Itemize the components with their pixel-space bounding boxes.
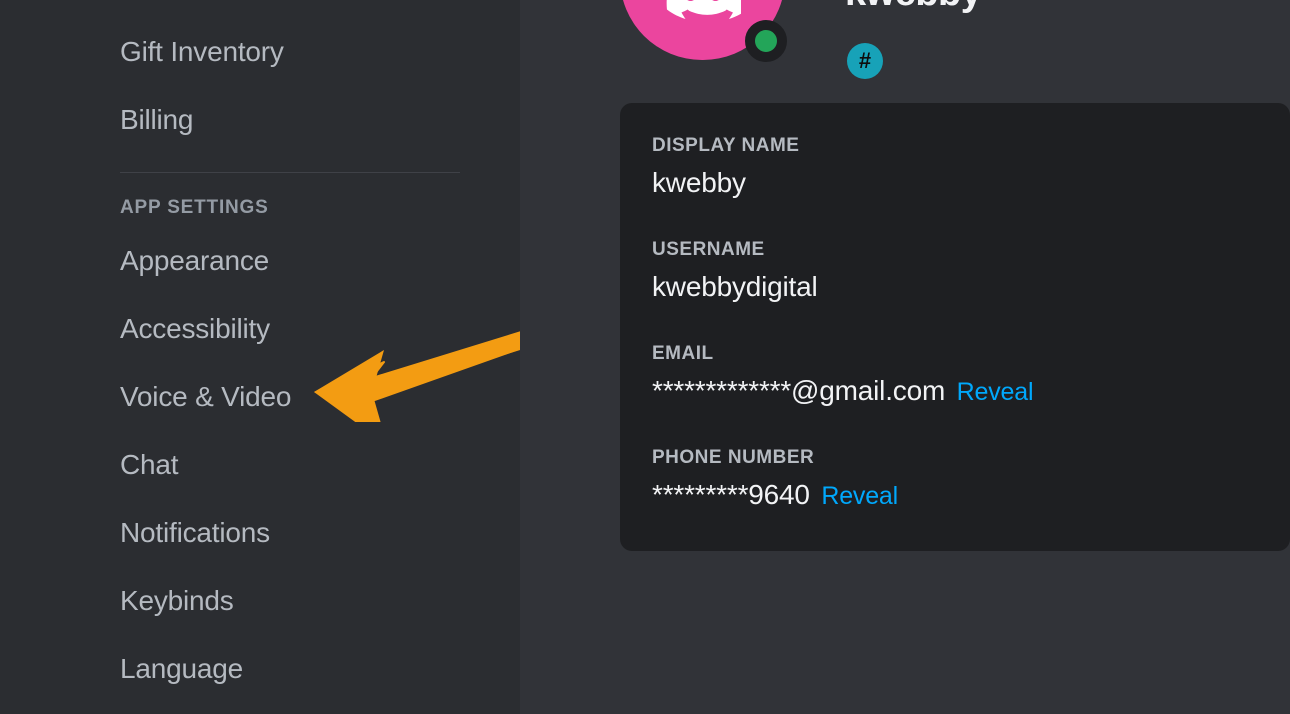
status-online-icon (745, 20, 787, 62)
display-name-label: DISPLAY NAME (652, 135, 1262, 157)
sidebar-item-appearance[interactable]: Appearance (120, 227, 470, 295)
field-display-name: DISPLAY NAME kwebby (652, 135, 1262, 199)
profile-header: kwebby # (520, 0, 1290, 79)
email-value-row: *************@gmail.com Reveal (652, 375, 1262, 407)
sidebar-item-keybinds[interactable]: Keybinds (120, 567, 470, 635)
content-pane: kwebby # DISPLAY NAME kwebby USERNAME kw… (520, 0, 1290, 714)
sidebar-item-gift-inventory[interactable]: Gift Inventory (120, 18, 470, 86)
field-email: EMAIL *************@gmail.com Reveal (652, 343, 1262, 407)
email-reveal-link[interactable]: Reveal (957, 378, 1034, 406)
username-value: kwebbydigital (652, 271, 1262, 303)
sidebar-item-chat[interactable]: Chat (120, 431, 470, 499)
email-label: EMAIL (652, 343, 1262, 365)
phone-value-row: *********9640 Reveal (652, 479, 1262, 511)
sidebar-item-accessibility[interactable]: Accessibility (120, 295, 470, 363)
field-phone: PHONE NUMBER *********9640 Reveal (652, 447, 1262, 511)
avatar-wrap (620, 0, 785, 60)
settings-sidebar: Gift Inventory Billing APP SETTINGS Appe… (0, 0, 520, 714)
account-info-card: DISPLAY NAME kwebby USERNAME kwebbydigit… (620, 103, 1290, 551)
phone-reveal-link[interactable]: Reveal (821, 482, 898, 510)
phone-value: *********9640 (652, 479, 810, 510)
email-value: *************@gmail.com (652, 375, 945, 406)
display-name-value: kwebby (652, 167, 1262, 199)
discord-icon (665, 0, 741, 20)
field-username: USERNAME kwebbydigital (652, 239, 1262, 303)
hash-badge-icon[interactable]: # (847, 43, 883, 79)
phone-label: PHONE NUMBER (652, 447, 1262, 469)
username-area: kwebby # (785, 0, 981, 79)
divider (120, 172, 460, 173)
sidebar-item-notifications[interactable]: Notifications (120, 499, 470, 567)
section-header-app-settings: APP SETTINGS (120, 193, 470, 219)
sidebar-item-billing[interactable]: Billing (120, 86, 470, 154)
display-name-top: kwebby (845, 0, 981, 15)
sidebar-item-voice-video[interactable]: Voice & Video (120, 363, 470, 431)
sidebar-item-language[interactable]: Language (120, 635, 470, 703)
username-label: USERNAME (652, 239, 1262, 261)
sidebar-inner: Gift Inventory Billing APP SETTINGS Appe… (120, 0, 520, 703)
